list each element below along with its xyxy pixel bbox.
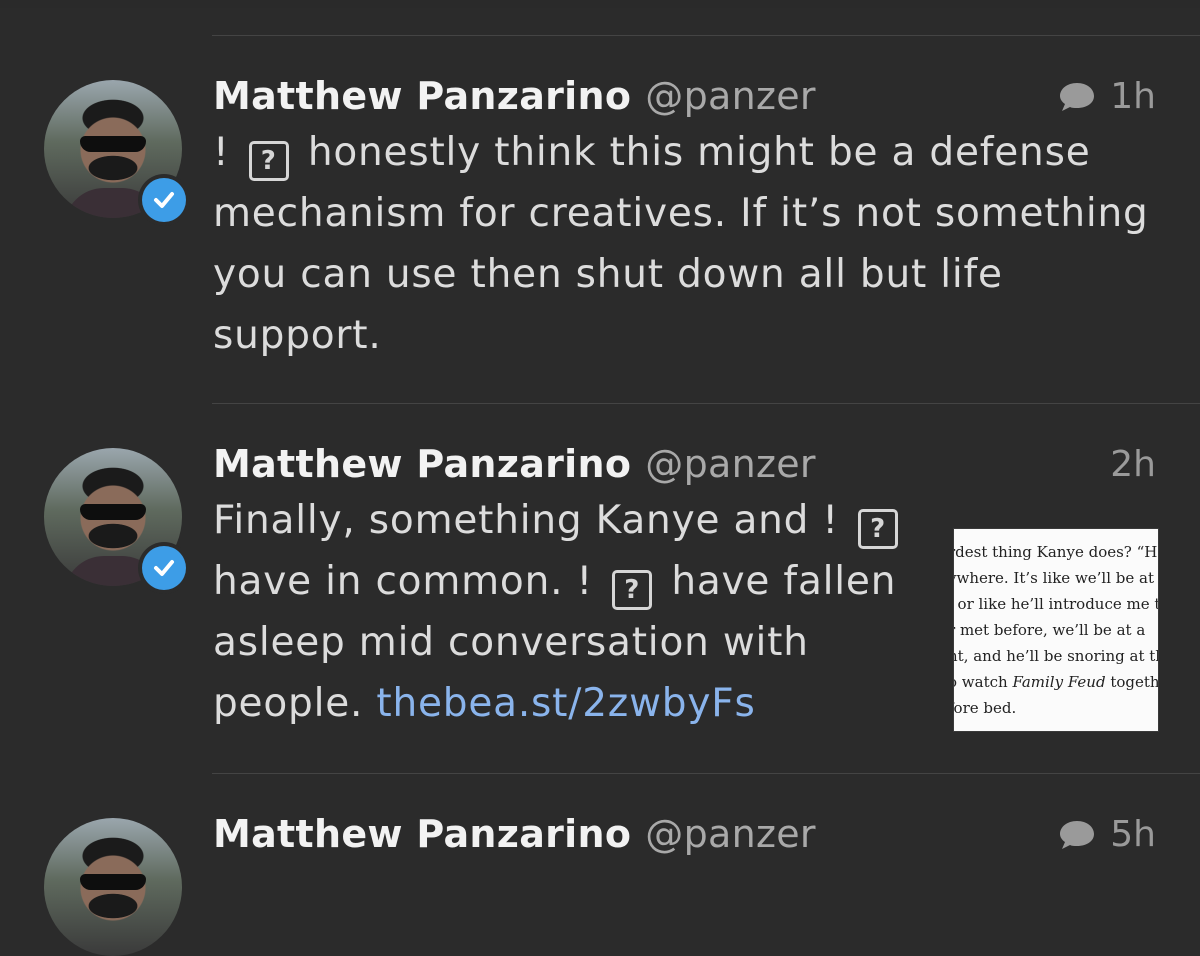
divider xyxy=(212,403,1200,404)
tweet-text-line: you can use then shut down all but life xyxy=(213,252,1003,297)
tweet-timestamp: 5h xyxy=(1110,814,1156,855)
avatar[interactable] xyxy=(44,818,182,956)
tweet-text-line: mechanism for creatives. If it’s not som… xyxy=(213,191,1149,236)
thumbnail-text-line: r met before, we’ll be at a xyxy=(953,621,1146,639)
tweet-link[interactable]: thebea.st/2zwbyFs xyxy=(376,681,755,726)
verified-badge-icon xyxy=(138,174,190,226)
unknown-glyph-icon: ? xyxy=(248,141,289,181)
avatar-sunglasses xyxy=(80,874,146,890)
media-thumbnail[interactable]: rdest thing Kanye does? “He ywhere. It’s… xyxy=(953,528,1159,732)
tweet-meta: 5h xyxy=(1058,814,1156,855)
tweet-text: Finally, something Kanye and ! ? have in… xyxy=(213,490,904,734)
author-display-name[interactable]: Matthew Panzarino xyxy=(213,442,631,486)
author-display-name[interactable]: Matthew Panzarino xyxy=(213,74,631,118)
author-name[interactable]: Matthew Panzarino @panzer xyxy=(213,442,816,486)
tweet-text: ! ? honestly think this might be a defen… xyxy=(213,122,1149,366)
thumbnail-text-line: nt, and he’ll be snoring at th xyxy=(953,647,1159,665)
unknown-glyph-icon: ? xyxy=(612,570,653,610)
author-handle[interactable]: @panzer xyxy=(645,812,816,856)
thumbnail-text-line: o watch Family Feud togeth xyxy=(953,673,1159,691)
avatar-sunglasses xyxy=(80,136,146,152)
tweet-text-line: asleep mid conversation with xyxy=(213,620,809,665)
author-name[interactable]: Matthew Panzarino @panzer xyxy=(213,812,816,856)
thumbnail-text-line: , or like he’ll introduce me to xyxy=(953,595,1159,613)
avatar-sunglasses xyxy=(80,504,146,520)
tweet-meta: 1h xyxy=(1058,76,1156,117)
author-handle[interactable]: @panzer xyxy=(645,442,816,486)
reply-bubble-icon[interactable] xyxy=(1058,818,1096,852)
thumbnail-text-line: ywhere. It’s like we’ll be at a xyxy=(953,569,1159,587)
thumbnail-text-line: fore bed. xyxy=(953,699,1017,717)
tweet-meta: 2h xyxy=(1110,444,1156,485)
author-name[interactable]: Matthew Panzarino @panzer xyxy=(213,74,816,118)
unknown-glyph-icon: ? xyxy=(858,509,899,549)
tweet-text-line: support. xyxy=(213,313,382,358)
divider xyxy=(212,35,1200,36)
previous-tweet-remnant xyxy=(0,0,1200,8)
tweet-text-line: Finally, something Kanye and ! ? xyxy=(213,490,904,551)
divider xyxy=(212,773,1200,774)
tweet-timestamp: 1h xyxy=(1110,76,1156,117)
tweet-timestamp: 2h xyxy=(1110,444,1156,485)
author-handle[interactable]: @panzer xyxy=(645,74,816,118)
verified-badge-icon xyxy=(138,542,190,594)
tweet-text-line: people. thebea.st/2zwbyFs xyxy=(213,681,756,726)
reply-bubble-icon[interactable] xyxy=(1058,80,1096,114)
tweet-text-line: have in common. ! ? have fallen xyxy=(213,551,904,612)
author-display-name[interactable]: Matthew Panzarino xyxy=(213,812,631,856)
thumbnail-text-line: rdest thing Kanye does? “He xyxy=(953,543,1159,561)
tweet-text-line: ! ? honestly think this might be a defen… xyxy=(213,122,1149,183)
